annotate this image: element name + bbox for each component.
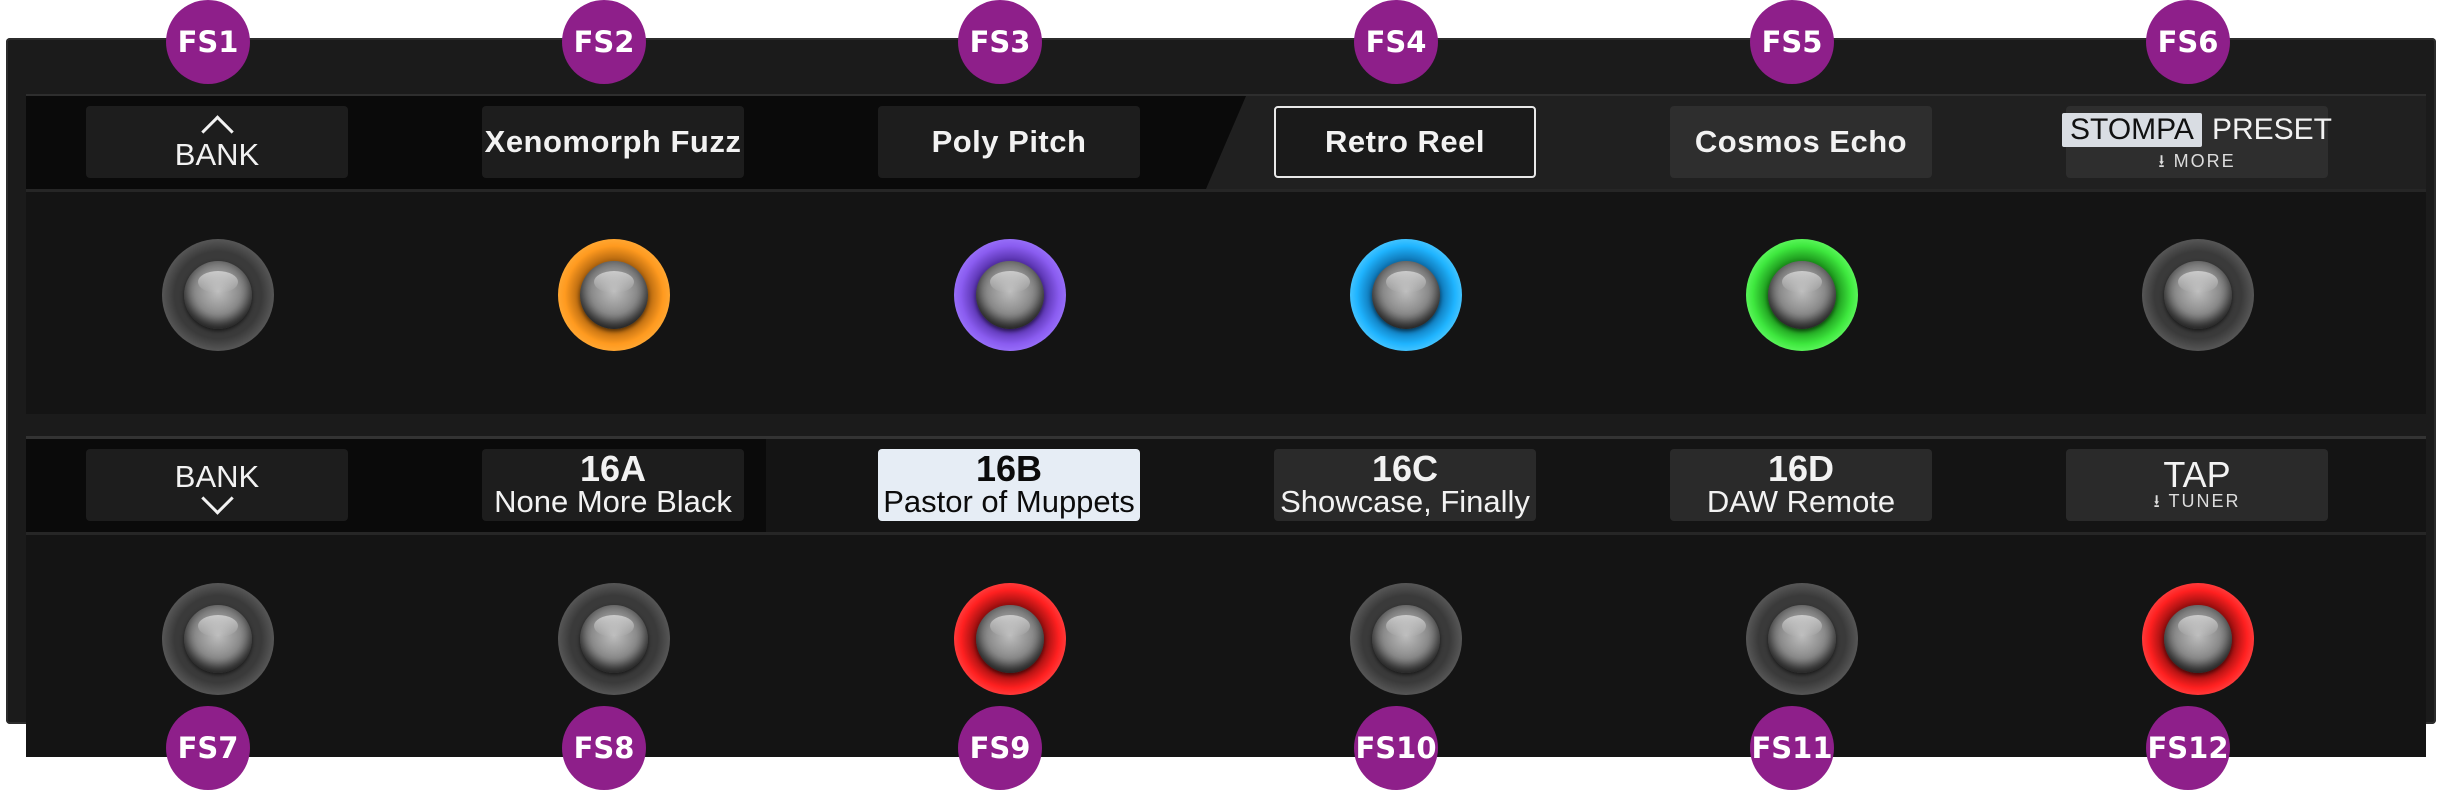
fs2-badge: FS2	[562, 0, 646, 84]
fs3-label-text: Poly Pitch	[931, 124, 1087, 159]
fs8-cap	[580, 605, 648, 673]
fs10-badge: FS10	[1354, 706, 1438, 790]
fs12-sub-label: TUNER	[2168, 491, 2241, 511]
stompa-mode-indicator: STOMPA	[2062, 113, 2202, 147]
fs8-badge: FS8	[562, 706, 646, 790]
bottom-footswitch-row: BANK 16A None More Black 16B Pastor of M…	[26, 436, 2426, 757]
fs12-badge: FS12	[2146, 706, 2230, 790]
fs2-switch[interactable]	[558, 239, 670, 351]
fs9-preset-number: 16B	[975, 448, 1043, 489]
fs10-switch[interactable]	[1350, 583, 1462, 695]
fs4-label-text: Retro Reel	[1324, 124, 1486, 159]
top-strip-divider	[26, 189, 2426, 192]
fs10-preset-number: 16C	[1371, 448, 1439, 489]
fs2-label-text: Xenomorph Fuzz	[484, 124, 742, 159]
fs7-badge: FS7	[166, 706, 250, 790]
fs5-switch[interactable]	[1746, 239, 1858, 351]
fs11-preset-number: 16D	[1767, 448, 1835, 489]
fs3-badge: FS3	[958, 0, 1042, 84]
fs1-switch[interactable]	[162, 239, 274, 351]
hold-icon: ⭳	[2153, 491, 2169, 511]
fs10-preset-name: Showcase, Finally	[1280, 484, 1530, 519]
hold-icon: ⭳	[2158, 151, 2174, 171]
fs12-tap-label: TAP ⭳ TUNER	[2066, 449, 2328, 521]
fs11-switch[interactable]	[1746, 583, 1858, 695]
fs12-switch[interactable]	[2142, 583, 2254, 695]
fs3-cap	[976, 261, 1044, 329]
fs8-preset-label: 16A None More Black	[482, 449, 744, 521]
fs10-cap	[1372, 605, 1440, 673]
fs6-cap	[2164, 261, 2232, 329]
fs12-label-text: TAP	[2163, 454, 2231, 495]
fs4-cap	[1372, 261, 1440, 329]
fs1-badge: FS1	[166, 0, 250, 84]
footswitch-controller: BANK Xenomorph Fuzz Poly Pitch Retro Ree…	[6, 38, 2436, 757]
fs11-cap	[1768, 605, 1836, 673]
top-footswitch-row: BANK Xenomorph Fuzz Poly Pitch Retro Ree…	[26, 94, 2426, 414]
fs4-badge: FS4	[1354, 0, 1438, 84]
fs9-cap	[976, 605, 1044, 673]
fs7-label-bank-down: BANK	[86, 449, 348, 521]
fs6-label-mode: STOMPA PRESET ⭳ MORE	[2062, 106, 2332, 178]
fs8-preset-name: None More Black	[494, 484, 732, 519]
fs3-switch[interactable]	[954, 239, 1066, 351]
fs5-label: Cosmos Echo	[1670, 106, 1932, 178]
bottom-strip-divider	[26, 532, 2426, 535]
fs4-label-selected: Retro Reel	[1274, 106, 1536, 178]
fs2-label: Xenomorph Fuzz	[482, 106, 744, 178]
fs11-preset-label: 16D DAW Remote	[1670, 449, 1932, 521]
fs5-badge: FS5	[1750, 0, 1834, 84]
fs7-switch[interactable]	[162, 583, 274, 695]
fs8-switch[interactable]	[558, 583, 670, 695]
fs9-preset-name: Pastor of Muppets	[883, 484, 1135, 519]
fs9-preset-label-selected: 16B Pastor of Muppets	[878, 449, 1140, 521]
fs6-switch[interactable]	[2142, 239, 2254, 351]
fs1-label-bank-up: BANK	[86, 106, 348, 178]
fs10-preset-label: 16C Showcase, Finally	[1274, 449, 1536, 521]
preset-mode-label: PRESET	[2211, 113, 2332, 146]
fs9-badge: FS9	[958, 706, 1042, 790]
fs11-preset-name: DAW Remote	[1706, 484, 1896, 519]
fs6-sub-label: MORE	[2173, 151, 2236, 171]
fs4-switch[interactable]	[1350, 239, 1462, 351]
fs1-cap	[184, 261, 252, 329]
fs3-label: Poly Pitch	[878, 106, 1140, 178]
fs6-badge: FS6	[2146, 0, 2230, 84]
fs5-cap	[1768, 261, 1836, 329]
fs7-cap	[184, 605, 252, 673]
fs2-cap	[580, 261, 648, 329]
fs11-badge: FS11	[1750, 706, 1834, 790]
fs8-preset-number: 16A	[579, 448, 647, 489]
fs5-label-text: Cosmos Echo	[1694, 124, 1908, 159]
fs12-cap	[2164, 605, 2232, 673]
fs9-switch[interactable]	[954, 583, 1066, 695]
